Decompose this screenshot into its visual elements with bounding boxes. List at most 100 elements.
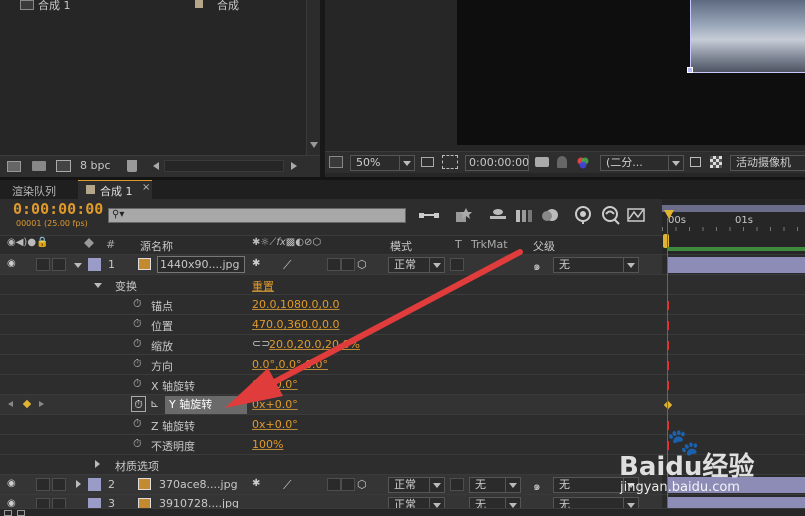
always-preview-icon[interactable] (329, 156, 343, 168)
property-row-x-rotation[interactable]: ⏱ X 轴旋转 0x+0.0° (0, 374, 662, 394)
blend-mode-dropdown[interactable]: 正常 (388, 477, 445, 493)
collapsed-triangle-icon[interactable] (95, 460, 100, 468)
expand-switches-icon[interactable] (4, 510, 12, 516)
3d-layer-cube-icon[interactable]: ⬡ (357, 258, 367, 271)
layer-name[interactable]: 1440x90....jpg (157, 256, 245, 273)
expand-modes-icon[interactable] (17, 510, 25, 516)
collapse-transform-switch[interactable]: ✱ (252, 478, 260, 489)
next-keyframe-arrow[interactable] (39, 401, 44, 407)
duration-bar[interactable] (668, 257, 805, 273)
property-row-anchor[interactable]: ⏱ 锚点 20.0,1080.0,0.0 (0, 294, 662, 314)
scroll-right-arrow[interactable] (291, 162, 297, 170)
frame-blending-icon[interactable] (514, 207, 534, 223)
property-value[interactable]: 0x+0.0° (252, 418, 298, 431)
preserve-transparency-switch[interactable] (450, 478, 464, 491)
stopwatch-icon[interactable]: ⏱ (133, 437, 142, 451)
region-of-interest-icon[interactable] (690, 157, 701, 167)
resolution-dropdown[interactable]: (二分... (600, 155, 684, 171)
lock-switch[interactable] (52, 498, 66, 508)
label-header-icon[interactable] (84, 238, 94, 248)
transparency-grid-icon[interactable] (710, 156, 722, 168)
trash-icon[interactable] (127, 160, 137, 172)
show-snapshot-icon[interactable] (557, 156, 567, 168)
solo-switch[interactable] (36, 498, 50, 508)
motion-blur-switch[interactable] (341, 478, 355, 491)
fit-view-icon[interactable] (421, 157, 434, 167)
interpret-footage-icon[interactable] (7, 161, 21, 172)
collapsed-triangle-icon[interactable] (76, 480, 81, 488)
blend-mode-dropdown[interactable]: 正常 (388, 497, 445, 508)
camera-dropdown[interactable]: 活动摄像机 (730, 155, 805, 171)
label-color-box[interactable] (88, 258, 101, 271)
safe-zones-icon[interactable] (442, 155, 458, 169)
stopwatch-icon[interactable]: ⏱ (133, 377, 142, 391)
timeline-timecode[interactable]: 0:00:00:00 (13, 200, 103, 218)
av-features-header-icon[interactable]: ◉◀)●🔒 (7, 237, 49, 248)
image-preview[interactable] (687, 0, 805, 73)
property-row-z-rotation[interactable]: ⏱ Z 轴旋转 0x+0.0° (0, 414, 662, 434)
collapse-transform-switch[interactable]: ✱ (252, 258, 260, 269)
transform-group-row[interactable]: 变换 重置 (0, 274, 662, 294)
graph-editor-toggle-icon[interactable] (572, 205, 594, 225)
new-folder-icon[interactable] (32, 161, 46, 171)
source-name-header[interactable]: 源名称 (140, 238, 173, 254)
material-options-row[interactable]: 材质选项 (0, 454, 662, 474)
property-value[interactable]: 470.0,360.0,0.0 (252, 318, 339, 331)
effects-switch[interactable] (327, 258, 341, 271)
snapshot-camera-icon[interactable] (535, 157, 549, 167)
label-color-box[interactable] (88, 478, 101, 491)
reset-link[interactable]: 重置 (252, 278, 274, 294)
layer-row[interactable]: ◉ 3 3910728....jpg 正常 无 无 (0, 494, 662, 508)
brainstorm-icon[interactable] (600, 205, 622, 225)
keyframe-diamond-icon[interactable] (22, 399, 32, 409)
scroll-left-arrow[interactable] (153, 162, 159, 170)
work-area-bar[interactable] (662, 205, 805, 212)
prev-keyframe-arrow[interactable] (8, 401, 13, 407)
stopwatch-icon[interactable]: ⏱ (133, 317, 142, 331)
label-color-box[interactable] (88, 498, 101, 508)
zoom-dropdown[interactable]: 50% (350, 155, 415, 171)
solo-switch[interactable] (36, 258, 50, 271)
close-icon[interactable]: × (142, 182, 150, 193)
lock-switch[interactable] (52, 478, 66, 491)
keyframe-diamond-icon[interactable] (663, 400, 673, 410)
property-row-scale[interactable]: ⏱ 缩放 ⊂⊃ 20.0,20.0,20.0% (0, 334, 662, 354)
time-ruler[interactable]: 00s 01s (662, 199, 805, 254)
comp-mini-flowchart-icon[interactable] (418, 208, 440, 222)
preserve-transparency-switch[interactable] (450, 258, 464, 271)
quality-switch-icon[interactable]: ⟋ (283, 258, 291, 273)
trkmat-header[interactable]: TrkMat (471, 238, 508, 251)
3d-layer-cube-icon[interactable]: ⬡ (357, 478, 367, 491)
constrain-proportions-link-icon[interactable]: ⊂⊃ (252, 337, 270, 350)
project-scrollbar[interactable] (306, 0, 320, 155)
video-eye-icon[interactable]: ◉ (7, 478, 16, 489)
trkmat-dropdown[interactable]: 无 (469, 497, 521, 508)
expand-triangle-icon[interactable] (94, 283, 102, 288)
expand-triangle-icon[interactable] (74, 263, 82, 268)
property-value[interactable]: 0x+0.0° (252, 378, 298, 391)
quality-switch-icon[interactable]: ⟋ (283, 478, 291, 493)
tab-render-queue[interactable]: 渲染队列 (6, 181, 72, 199)
layer-1-duration-bar[interactable] (662, 254, 805, 274)
transform-handle[interactable] (687, 67, 693, 73)
stopwatch-icon[interactable]: ⏱ (133, 337, 142, 351)
draft-3d-icon[interactable] (453, 206, 473, 224)
stopwatch-active-icon[interactable]: ⏱ (131, 396, 146, 412)
layer-row[interactable]: ◉ 1 1440x90....jpg ✱ ⟋ ⬡ 正常 ๑ 无 (0, 254, 662, 274)
parent-header[interactable]: 父级 (533, 238, 555, 254)
trkmat-dropdown[interactable]: 无 (469, 477, 521, 493)
parent-dropdown[interactable]: 无 (553, 257, 639, 273)
tab-composition-1[interactable]: 合成 1 × (78, 180, 152, 199)
stopwatch-icon[interactable]: ⏱ (133, 297, 142, 311)
current-time-indicator[interactable] (664, 210, 674, 219)
stopwatch-icon[interactable]: ⏱ (133, 417, 142, 431)
time-navigator-handle[interactable] (663, 234, 669, 248)
property-value[interactable]: 20.0,20.0,20.0% (269, 338, 360, 351)
layer-name[interactable]: 3910728....jpg (159, 497, 239, 508)
property-value[interactable]: 20.0,1080.0,0.0 (252, 298, 339, 311)
video-eye-icon[interactable]: ◉ (7, 498, 16, 508)
scroll-down-arrow[interactable] (310, 142, 318, 148)
effects-switch[interactable] (327, 478, 341, 491)
property-row-orientation[interactable]: ⏱ 方向 0.0°,0.0°,0.0° (0, 354, 662, 374)
lock-switch[interactable] (52, 258, 66, 271)
